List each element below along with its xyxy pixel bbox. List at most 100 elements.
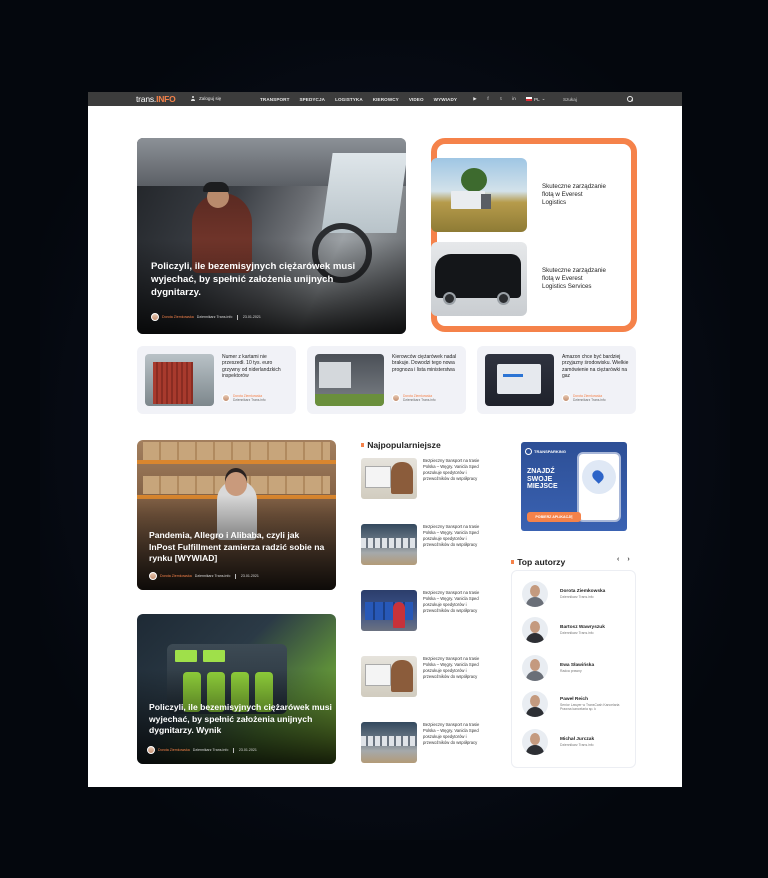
popular-item[interactable]: Bezpieczny transport na trasie Polska – …	[361, 524, 489, 567]
news-card[interactable]: Kierowców ciężarówek nadal brakuje. Dowo…	[307, 346, 466, 414]
card-title[interactable]: Amazon chce być bardziej przyjazny środo…	[562, 354, 630, 380]
featured-article[interactable]: Policzyli, ile bezemisyjnych ciężarówek …	[137, 614, 336, 764]
author-role: Dziennikarz Trans.info	[233, 398, 266, 402]
menu-item-wywiady[interactable]: WYWIADY	[434, 97, 457, 102]
author-item[interactable]: Bartosz Wawryszuk Dziennikarz Trans.info	[522, 617, 620, 643]
chevron-down-icon: ⌄	[541, 96, 546, 101]
download-app-button[interactable]: POBIERZ APLIKACJĘ	[527, 512, 581, 522]
search-input[interactable]: Szukaj	[563, 97, 577, 102]
user-icon	[191, 96, 195, 101]
author-avatar	[522, 729, 548, 755]
menu-item-video[interactable]: VIDEO	[409, 97, 424, 102]
menu-item-transport[interactable]: TRANSPORT	[260, 97, 289, 102]
top-authors-list: Dorota Ziemkowska Dziennikarz Trans.info …	[511, 570, 636, 768]
ad-logo: TRANSPARKING	[525, 448, 566, 455]
meta-separator	[235, 573, 236, 579]
hero-article[interactable]: Policzyli, ile bezemisyjnych ciężarówek …	[137, 138, 406, 334]
author-item[interactable]: Ewa Sławińska Radca prawny	[522, 655, 620, 681]
search-icon[interactable]	[627, 95, 633, 102]
image-head	[225, 472, 247, 496]
author-item[interactable]: Dorota Ziemkowska Dziennikarz Trans.info	[522, 581, 620, 607]
popular-text[interactable]: Bezpieczny transport na trasie Polska – …	[423, 656, 485, 680]
linkedin-icon[interactable]: in	[511, 96, 517, 102]
image-boxes	[143, 442, 330, 460]
language-selector[interactable]: PL ⌄	[526, 96, 545, 102]
next-arrow-icon[interactable]: ›	[627, 556, 629, 563]
author-role: Dziennikarz Trans.info	[196, 315, 233, 319]
prev-arrow-icon[interactable]: ‹	[617, 556, 619, 563]
transparking-ad[interactable]: TRANSPARKING ZNAJDŹ SWOJE MIEJSCE POBIER…	[521, 442, 627, 531]
language-label: PL	[534, 96, 540, 102]
image-tree	[461, 168, 487, 192]
author-role: Dziennikarz Trans.info	[194, 574, 231, 578]
card-meta: Dorota Ziemkowska Dziennikarz Trans.info	[222, 394, 266, 402]
article-meta: Dorota Ziemkowska Dziennikarz Trans.info…	[149, 572, 259, 580]
twitter-icon[interactable]: t	[498, 96, 504, 102]
popular-image	[361, 458, 417, 499]
sponsored-item[interactable]: Skuteczne zarządzanie flotą w Everest Lo…	[431, 158, 606, 232]
meta-separator	[233, 747, 234, 753]
login-link[interactable]: Zaloguj się	[191, 96, 221, 101]
top-navbar: trans.INFO Zaloguj się TRANSPORT SPEDYCJ…	[88, 92, 682, 106]
image-cabin	[481, 194, 491, 209]
image-wheel	[443, 292, 456, 305]
article-title[interactable]: Policzyli, ile bezemisyjnych ciężarówek …	[149, 702, 335, 737]
featured-article[interactable]: Pandemia, Allegro i Alibaba, czyli jak I…	[137, 440, 336, 590]
authors-carousel-controls: ‹ ›	[617, 556, 630, 563]
image-shelf	[137, 460, 336, 464]
login-label: Zaloguj się	[199, 96, 222, 101]
card-title[interactable]: Numer z kartami nie przeszedł. 10 tys. e…	[222, 354, 290, 380]
menu-item-spedycja[interactable]: SPEDYCJA	[299, 97, 325, 102]
hero-image-window	[321, 153, 406, 233]
popular-item[interactable]: Bezpieczny transport na trasie Polska – …	[361, 656, 489, 699]
sponsored-item[interactable]: Skuteczne zarządzanie flotą w Everest Lo…	[431, 242, 606, 316]
web-page: trans.INFO Zaloguj się TRANSPORT SPEDYCJ…	[88, 92, 682, 787]
popular-text[interactable]: Bezpieczny transport na trasie Polska – …	[423, 590, 485, 614]
image-wheel	[497, 292, 510, 305]
social-links: ▶ f t in	[472, 96, 517, 102]
author-item[interactable]: Michał Jurczak Dziennikarz Trans.info	[522, 729, 620, 755]
author-name[interactable]: Dorota Ziemkowska	[162, 315, 194, 319]
hero-image-cap	[203, 182, 229, 192]
author-role: Dziennikarz Trans.info	[560, 594, 594, 599]
image-truck	[451, 191, 485, 209]
popular-item[interactable]: Bezpieczny transport na trasie Polska – …	[361, 722, 489, 765]
popular-text[interactable]: Bezpieczny transport na trasie Polska – …	[423, 458, 485, 482]
author-role: Dziennikarz Trans.info	[560, 630, 594, 635]
hero-meta: Dorota Ziemkowska Dziennikarz Trans.info…	[151, 313, 261, 321]
author-item[interactable]: Paweł Reich Senior Lawyer w TransCash Kan…	[522, 691, 620, 717]
author-avatar	[151, 313, 159, 321]
popular-item[interactable]: Bezpieczny transport na trasie Polska – …	[361, 458, 489, 501]
news-card[interactable]: Numer z kartami nie przeszedł. 10 tys. e…	[137, 346, 296, 414]
popular-image	[361, 524, 417, 565]
site-logo[interactable]: trans.INFO	[136, 94, 176, 104]
author-name[interactable]: Dorota Ziemkowska	[160, 574, 192, 578]
news-card[interactable]: Amazon chce być bardziej przyjazny środo…	[477, 346, 636, 414]
sponsored-title[interactable]: Skuteczne zarządzanie flotą w Everest Lo…	[542, 183, 606, 208]
sponsored-title[interactable]: Skuteczne zarządzanie flotą w Everest Lo…	[542, 267, 606, 292]
popular-text[interactable]: Bezpieczny transport na trasie Polska – …	[423, 524, 485, 548]
parking-logo-icon	[525, 448, 532, 455]
bullet-icon	[361, 443, 365, 447]
popular-image	[361, 656, 417, 697]
author-avatar	[222, 394, 230, 402]
card-title[interactable]: Kierowców ciężarówek nadal brakuje. Dowo…	[392, 354, 460, 373]
top-authors-title: Top autorzy	[511, 557, 565, 567]
phone-map-icon	[577, 452, 621, 522]
image-screen	[203, 650, 225, 662]
article-date: 23.01.2021	[242, 315, 261, 319]
author-name[interactable]: Dorota Ziemkowska	[158, 748, 190, 752]
sponsored-image-truck	[431, 158, 527, 232]
menu-item-logistyka[interactable]: LOGISTYKA	[335, 97, 363, 102]
article-title[interactable]: Pandemia, Allegro i Alibaba, czyli jak I…	[149, 530, 327, 565]
ad-headline: ZNAJDŹ SWOJE MIEJSCE	[527, 468, 558, 491]
facebook-icon[interactable]: f	[485, 96, 491, 102]
menu-item-kierowcy[interactable]: KIEROWCY	[373, 97, 399, 102]
hero-title[interactable]: Policzyli, ile bezemisyjnych ciężarówek …	[151, 260, 356, 299]
popular-item[interactable]: Bezpieczny transport na trasie Polska – …	[361, 590, 489, 633]
top-authors-label: Top autorzy	[517, 557, 566, 567]
logo-right: INFO	[156, 94, 176, 104]
youtube-icon[interactable]: ▶	[472, 96, 478, 102]
author-avatar	[522, 581, 548, 607]
popular-text[interactable]: Bezpieczny transport na trasie Polska – …	[423, 722, 485, 746]
